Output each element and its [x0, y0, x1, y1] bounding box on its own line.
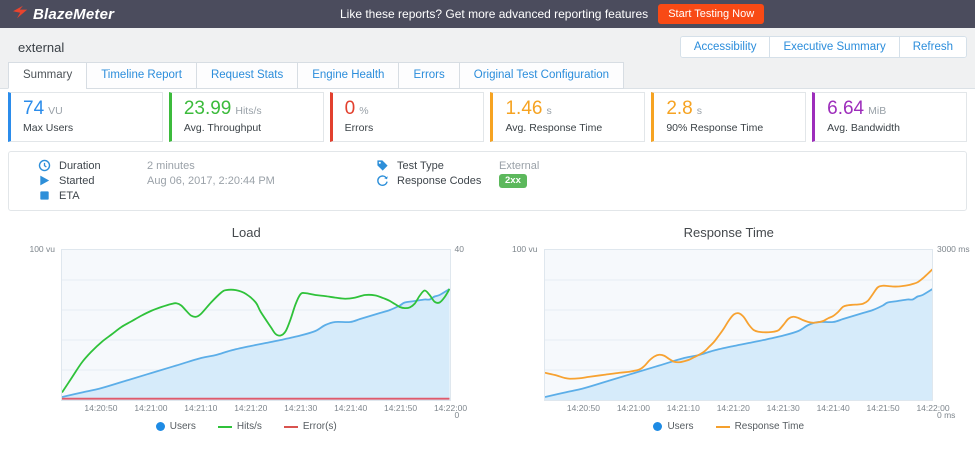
response-codes-icon [376, 174, 389, 187]
detail-label: Response Codes [397, 175, 499, 187]
detail-label: ETA [59, 190, 147, 202]
started-row: Started Aug 06, 2017, 2:20:44 PM [23, 173, 361, 188]
errors-card: 0% Errors [330, 92, 485, 142]
tab-summary[interactable]: Summary [8, 62, 87, 89]
executive-summary-button[interactable]: Executive Summary [769, 37, 898, 57]
tag-icon [376, 159, 389, 172]
blazemeter-logo[interactable]: BlazeMeter [12, 5, 114, 24]
avg-response-time-card: 1.46 s Avg. Response Time [490, 92, 645, 142]
response-time-chart: Response Time 100 vu 3000 ms 0 ms 14:20:… [501, 225, 958, 432]
start-testing-now-button[interactable]: Start Testing Now [658, 4, 764, 24]
legend-item-users[interactable]: Users [156, 421, 196, 432]
kpi-value: 6.64 [827, 98, 864, 119]
kpi-unit: MiB [868, 105, 886, 117]
page-title: external [18, 40, 64, 55]
tab-original-test-configuration[interactable]: Original Test Configuration [459, 62, 624, 89]
promo-banner: Like these reports? Get more advanced re… [340, 0, 764, 28]
y-axis-label-right-max: 40 [455, 244, 464, 254]
tab-timeline-report[interactable]: Timeline Report [86, 62, 197, 89]
report-header: external Accessibility Executive Summary… [0, 28, 975, 89]
kpi-label: Errors [345, 122, 472, 134]
detail-label: Duration [59, 160, 147, 172]
load-chart-plot [61, 249, 451, 401]
test-details-panel: Duration 2 minutes Started Aug 06, 2017,… [8, 151, 967, 211]
response-time-chart-legend: Users Response Time [501, 421, 958, 432]
kpi-label: Avg. Response Time [505, 122, 632, 134]
refresh-button[interactable]: Refresh [899, 37, 966, 57]
avg-throughput-card: 23.99Hits/s Avg. Throughput [169, 92, 324, 142]
kpi-unit: s [697, 105, 702, 117]
kpi-value: 0 [345, 98, 356, 119]
detail-value: External [499, 160, 539, 172]
play-icon [38, 174, 51, 187]
brand-name: BlazeMeter [33, 6, 114, 23]
tab-engine-health[interactable]: Engine Health [297, 62, 399, 89]
tab-request-stats[interactable]: Request Stats [196, 62, 298, 89]
kpi-value: 23.99 [184, 98, 232, 119]
eta-row: ETA [23, 188, 361, 203]
avg-bandwidth-card: 6.64 MiB Avg. Bandwidth [812, 92, 967, 142]
max-users-card: 74 VU Max Users [8, 92, 163, 142]
promo-text: Like these reports? Get more advanced re… [340, 7, 648, 21]
charts-row: Load 100 vu 40 0 14:20:50 14:21:00 14:21… [8, 225, 967, 432]
detail-label: Test Type [397, 160, 499, 172]
kpi-value: 74 [23, 98, 44, 119]
kpi-label: Avg. Throughput [184, 122, 311, 134]
chart-title: Response Time [501, 225, 958, 249]
detail-value: Aug 06, 2017, 2:20:44 PM [147, 175, 275, 187]
y-axis-label-right-max: 3000 ms [937, 244, 970, 254]
load-chart-legend: Users Hits/s Error(s) [18, 421, 475, 432]
kpi-cards: 74 VU Max Users 23.99Hits/s Avg. Throughp… [8, 92, 967, 142]
response-time-chart-plot [544, 249, 934, 401]
legend-item-hits[interactable]: Hits/s [218, 421, 262, 432]
kpi-value: 2.8 [666, 98, 692, 119]
tab-errors[interactable]: Errors [398, 62, 459, 89]
accessibility-button[interactable]: Accessibility [681, 37, 770, 57]
report-actions: Accessibility Executive Summary Refresh [680, 36, 967, 58]
kpi-label: 90% Response Time [666, 122, 793, 134]
response-codes-row: Response Codes 2xx [361, 173, 952, 188]
p90-response-time-card: 2.8 s 90% Response Time [651, 92, 806, 142]
stop-square-icon [38, 189, 51, 202]
legend-item-response-time[interactable]: Response Time [716, 421, 804, 432]
legend-item-users[interactable]: Users [653, 421, 693, 432]
test-type-row: Test Type External [361, 158, 952, 173]
legend-item-errors[interactable]: Error(s) [284, 421, 337, 432]
legend-marker [218, 426, 232, 428]
kpi-label: Max Users [23, 122, 150, 134]
top-navbar: BlazeMeter Like these reports? Get more … [0, 0, 975, 28]
y-axis-label-left: 100 vu [29, 244, 55, 254]
duration-row: Duration 2 minutes [23, 158, 361, 173]
kpi-unit: % [359, 105, 368, 117]
blazemeter-flame-icon [12, 5, 28, 24]
clock-icon [38, 159, 51, 172]
chart-title: Load [18, 225, 475, 249]
kpi-unit: Hits/s [235, 105, 261, 117]
kpi-value: 1.46 [505, 98, 542, 119]
report-tabs: Summary Timeline Report Request Stats En… [0, 62, 975, 88]
kpi-unit: s [546, 105, 551, 117]
response-code-badge[interactable]: 2xx [499, 174, 527, 188]
x-axis-ticks: 14:20:50 14:21:00 14:21:10 14:21:20 14:2… [61, 403, 451, 416]
legend-marker [716, 426, 730, 428]
legend-marker [156, 422, 165, 431]
kpi-label: Avg. Bandwidth [827, 122, 954, 134]
legend-marker [653, 422, 662, 431]
kpi-unit: VU [48, 105, 63, 117]
detail-value: 2 minutes [147, 160, 195, 172]
y-axis-label-left: 100 vu [512, 244, 538, 254]
load-chart: Load 100 vu 40 0 14:20:50 14:21:00 14:21… [18, 225, 475, 432]
x-axis-ticks: 14:20:50 14:21:00 14:21:10 14:21:20 14:2… [544, 403, 934, 416]
legend-marker [284, 426, 298, 428]
detail-label: Started [59, 175, 147, 187]
